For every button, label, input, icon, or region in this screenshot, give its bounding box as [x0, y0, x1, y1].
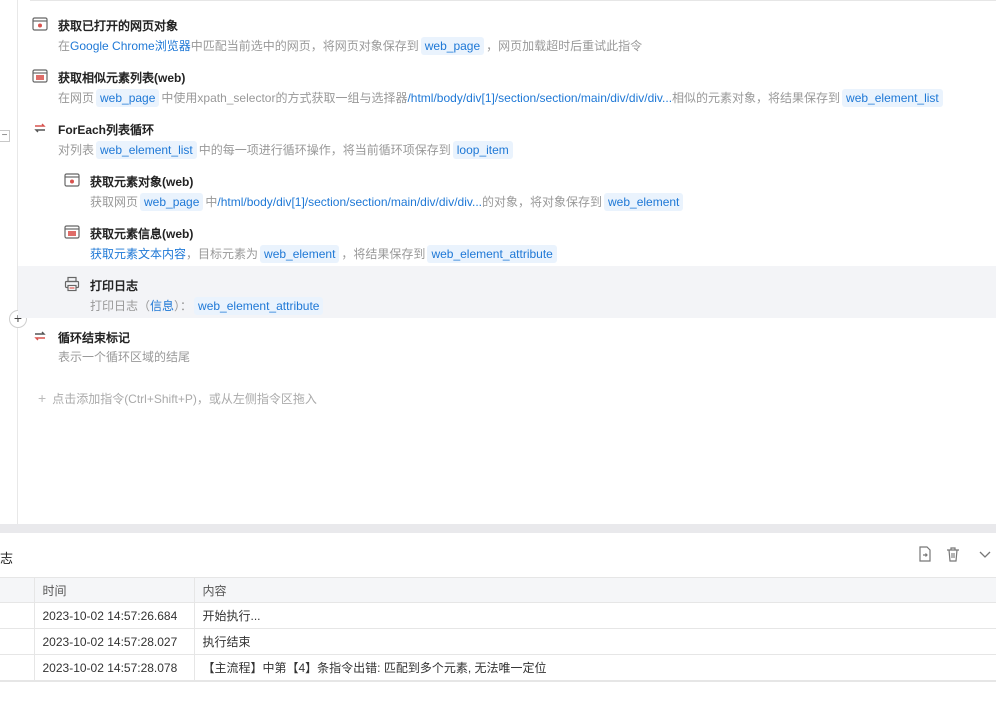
table-row[interactable]: 2023-10-02 14:57:28.078 【主流程】中第【4】条指令出错:…	[0, 654, 996, 681]
log-level-link[interactable]: 信息	[150, 299, 174, 313]
variable-chip[interactable]: web_page	[96, 89, 160, 107]
command-description: 获取元素文本内容，目标元素为 web_element ，将结果保存到 web_elem…	[90, 245, 559, 263]
log-toolbar	[916, 545, 996, 563]
command-loop-end[interactable]: 循环结束标记 表示一个循环区域的结尾	[18, 318, 996, 370]
header-blank	[0, 577, 35, 603]
header-content: 内容	[193, 577, 996, 603]
collapse-loop-button[interactable]: −	[0, 130, 10, 142]
table-row[interactable]: 2023-10-02 14:57:26.684 开始执行...	[0, 602, 996, 629]
variable-chip[interactable]: web_page	[420, 37, 485, 55]
variable-chip[interactable]: web_element_attribute	[427, 245, 557, 263]
row-blank	[0, 654, 35, 681]
variable-chip[interactable]: loop_item	[452, 141, 513, 159]
command-description: 获取网页 web_page 中/html/body/div[1]/section/s…	[90, 193, 685, 211]
export-log-icon[interactable]	[916, 545, 934, 563]
log-panel: 志 时间 内容 2023-10-02 14:57:26.684 开始执行... …	[0, 533, 996, 702]
command-get-open-webpage[interactable]: 获取已打开的网页对象 在Google Chrome浏览器中匹配当前选中的网页，将…	[18, 6, 996, 58]
info-type-link[interactable]: 获取元素文本内容	[90, 247, 186, 261]
command-description: 对列表 web_element_list 中的每一项进行循环操作，将当前循环项保存到…	[58, 141, 515, 159]
top-divider	[30, 0, 996, 1]
log-time: 2023-10-02 14:57:26.684	[33, 602, 195, 629]
variable-chip[interactable]: web_page	[140, 193, 204, 211]
row-blank	[0, 628, 35, 655]
panel-splitter[interactable]	[0, 524, 996, 533]
trash-icon[interactable]	[944, 545, 962, 563]
web-element-icon	[64, 173, 80, 187]
variable-chip[interactable]: web_element_list	[96, 141, 197, 159]
log-panel-title: 志	[0, 551, 14, 566]
selector-link[interactable]: /html/body/div[1]/section/section/main/d…	[407, 91, 672, 105]
command-title: 循环结束标记	[58, 331, 131, 345]
command-title: 打印日志	[90, 279, 139, 293]
command-title: 获取已打开的网页对象	[58, 19, 179, 33]
command-description: 在网页 web_page 中使用xpath_selector的方式获取一组与选择器/…	[58, 89, 945, 107]
command-print-log[interactable]: 打印日志 打印日志（信息）： web_element_attribute	[18, 266, 996, 318]
web-element-list-icon	[32, 69, 48, 83]
variable-chip[interactable]: web_element	[260, 245, 340, 263]
print-log-icon	[64, 276, 80, 292]
log-table-header: 时间 内容	[0, 577, 996, 603]
flow-canvas: − + 获取已打开的网页对象 在Google Chrome浏览器中匹配当前选中的…	[0, 0, 996, 524]
log-content: 开始执行...	[193, 602, 996, 629]
command-get-element-object[interactable]: 获取元素对象(web) 获取网页 web_page 中/html/body/div[…	[18, 162, 996, 214]
command-description: 在Google Chrome浏览器中匹配当前选中的网页，将网页对象保存到 web_…	[58, 37, 643, 55]
command-foreach-loop[interactable]: ForEach列表循环 对列表 web_element_list 中的每一项进行循环…	[18, 110, 996, 162]
command-description: 打印日志（信息）： web_element_attribute	[90, 297, 325, 315]
variable-chip[interactable]: web_element_list	[842, 89, 943, 107]
command-title: 获取相似元素列表(web)	[58, 71, 186, 85]
log-time: 2023-10-02 14:57:28.078	[33, 654, 195, 681]
command-title: ForEach列表循环	[58, 123, 155, 137]
command-title: 获取元素信息(web)	[90, 227, 194, 241]
header-time: 时间	[33, 577, 195, 603]
log-bottom-rule	[0, 681, 996, 682]
log-table: 时间 内容 2023-10-02 14:57:26.684 开始执行... 20…	[0, 577, 996, 681]
variable-chip[interactable]: web_element_attribute	[194, 297, 324, 315]
web-element-info-icon	[64, 225, 80, 239]
loop-icon	[34, 123, 46, 133]
command-description: 表示一个循环区域的结尾	[58, 350, 191, 364]
plus-icon: +	[38, 390, 47, 406]
log-time: 2023-10-02 14:57:28.027	[33, 628, 195, 655]
command-title: 获取元素对象(web)	[90, 175, 194, 189]
log-content: 执行结束	[193, 628, 996, 655]
loop-end-icon	[34, 331, 46, 341]
add-command-hint[interactable]: + 点击添加指令(Ctrl+Shift+P)，或从左侧指令区拖入	[38, 390, 317, 407]
browser-link[interactable]: Google Chrome浏览器	[70, 39, 191, 53]
log-content: 【主流程】中第【4】条指令出错: 匹配到多个元素, 无法唯一定位	[193, 654, 996, 681]
variable-chip[interactable]: web_element	[604, 193, 684, 211]
chevron-down-icon[interactable]	[976, 545, 994, 563]
browser-page-icon	[32, 17, 48, 31]
selector-link[interactable]: /html/body/div[1]/section/section/main/d…	[217, 195, 482, 209]
row-blank	[0, 602, 35, 629]
table-row[interactable]: 2023-10-02 14:57:28.027 执行结束	[0, 628, 996, 655]
command-get-element-info[interactable]: 获取元素信息(web) 获取元素文本内容，目标元素为 web_element ，将结…	[18, 214, 996, 266]
command-get-similar-elements[interactable]: 获取相似元素列表(web) 在网页 web_page 中使用xpath_select…	[18, 58, 996, 110]
